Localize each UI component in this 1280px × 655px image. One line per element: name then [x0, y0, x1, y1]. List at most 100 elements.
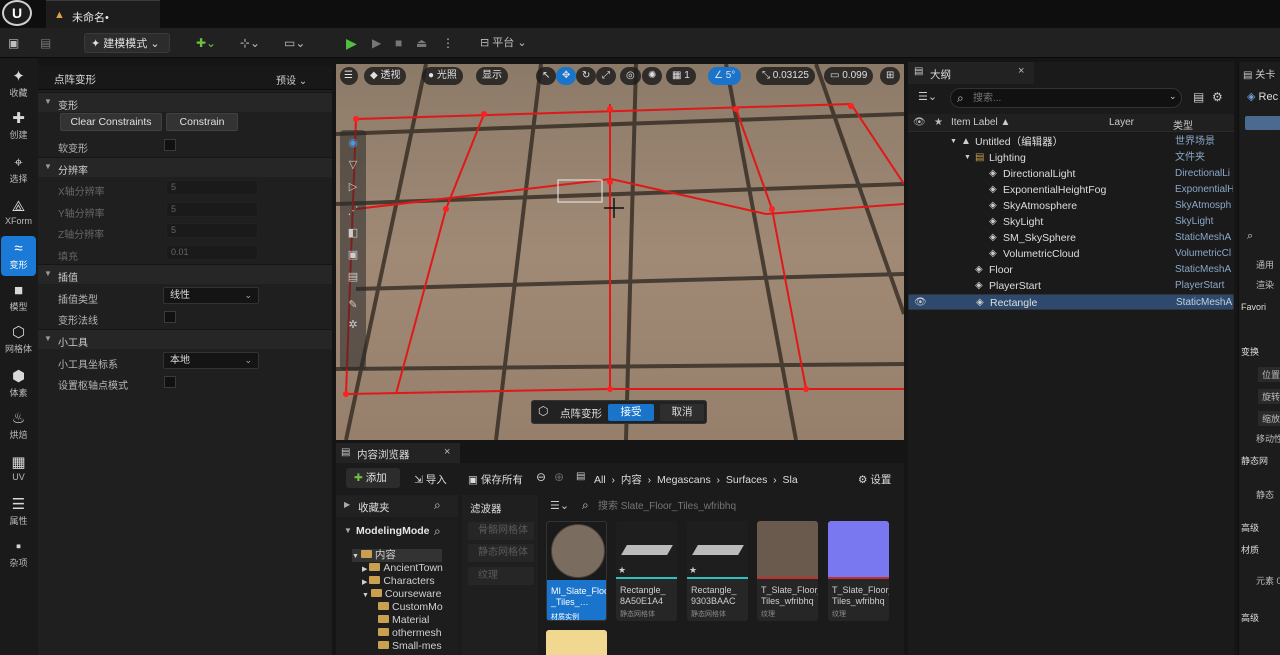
visibility-icon[interactable]: 👁 — [913, 117, 926, 128]
tree-item[interactable]: ▶ Characters — [362, 575, 435, 588]
mode-uv[interactable]: ▦ UV — [1, 450, 36, 490]
section-interpolation[interactable]: ▼ 插值 — [38, 264, 332, 284]
save-all-button[interactable]: ▣ 保存所有 — [468, 472, 523, 487]
gizmo-coord-select[interactable]: 本地 ⌄ — [163, 352, 259, 369]
more-icon[interactable]: ⋮ — [442, 33, 454, 53]
snap-icon[interactable]: ⊹⌄ — [240, 33, 260, 53]
mode-create[interactable]: ✚ 创建 — [1, 106, 36, 146]
tree-item[interactable]: CustomMo — [378, 601, 444, 614]
face-select-icon[interactable]: ◧ — [344, 226, 362, 242]
filter-icon[interactable]: ☰⌄ — [918, 90, 937, 103]
outliner-row[interactable]: ◈ PlayerStart PlayerStart — [908, 278, 1234, 294]
outliner-row[interactable]: ◈ VolumetricCloud VolumetricCl — [908, 246, 1234, 262]
gear-icon[interactable]: ⚙ — [1212, 90, 1223, 104]
search-icon[interactable]: ⌕ — [1247, 230, 1253, 243]
breadcrumb-item[interactable]: Megascans — [657, 474, 711, 486]
angle-snap-button[interactable]: ∠ 5° — [708, 67, 742, 85]
add-button[interactable]: ✚ 添加 — [346, 468, 400, 488]
details-item[interactable]: 变换 — [1241, 345, 1259, 358]
details-item[interactable]: 元素 0 — [1256, 574, 1280, 587]
vertex-select-icon[interactable]: ⋰ — [344, 204, 362, 220]
padding-input[interactable]: 0.01 — [166, 245, 258, 260]
constrain-button[interactable]: Constrain — [166, 113, 238, 131]
outliner-row[interactable]: ◈ Floor StaticMeshA — [908, 262, 1234, 278]
level-tab[interactable]: ▲ 未命名• — [46, 0, 160, 28]
breadcrumb-item[interactable]: All — [594, 474, 606, 486]
cancel-button[interactable]: 取消 — [660, 404, 704, 421]
tree-item[interactable]: ▼ Courseware — [362, 588, 441, 601]
details-item[interactable]: 高级 — [1241, 611, 1259, 624]
details-item[interactable]: 静态网 — [1241, 454, 1268, 467]
viewport-menu-icon[interactable]: ☰ — [340, 67, 358, 85]
layout-icon[interactable]: ⊞ — [880, 67, 901, 85]
y-resolution-input[interactable]: 5 — [166, 202, 258, 217]
chevron-down-icon[interactable]: ▼ — [950, 134, 957, 150]
mode-mesh[interactable]: ⬡ 网格体 — [1, 320, 36, 360]
step-icon[interactable]: ▶ — [372, 33, 381, 53]
details-item[interactable]: 缩放 — [1258, 411, 1280, 426]
rotate-tool-icon[interactable]: ↻ — [576, 67, 597, 85]
mode-bake[interactable]: ♨ 烘焙 — [1, 406, 36, 446]
asset-tile[interactable]: T_Slate_Floor_ Tiles_wfribhq 纹理 — [757, 521, 818, 621]
outliner-row[interactable]: ◈ DirectionalLight DirectionalLi — [908, 166, 1234, 182]
details-item[interactable]: Favori — [1241, 302, 1266, 312]
mode-misc[interactable]: ▪ 杂项 — [1, 534, 36, 574]
camera-speed-button[interactable]: ▭ 0.099 — [824, 67, 874, 85]
mode-dropdown[interactable]: ✦ 建模模式 ⌄ — [84, 33, 170, 53]
import-button[interactable]: ⇲ 导入 — [414, 472, 447, 487]
world-local-icon[interactable]: ◎ — [620, 67, 641, 85]
breadcrumb-item[interactable]: Sla — [783, 474, 798, 486]
visibility-icon[interactable]: 👁 — [914, 295, 927, 311]
filter-static-mesh[interactable]: 静态网格体 — [468, 544, 534, 562]
favorites-header[interactable]: ▶ 收藏夹 ⌕ — [336, 495, 458, 517]
outliner-row[interactable]: ▼ ▲ Untitled（编辑器） 世界场景 — [908, 134, 1234, 150]
details-item[interactable]: 旋转 — [1258, 389, 1280, 404]
tool-settings-icon[interactable]: ✲ — [344, 318, 362, 334]
unreal-logo-icon[interactable]: U — [2, 0, 32, 26]
mode-attributes[interactable]: ☰ 属性 — [1, 492, 36, 532]
settings-button[interactable]: ⚙ 设置 — [858, 472, 891, 487]
tree-item[interactable]: othermesh — [378, 627, 442, 640]
outliner-row[interactable]: ▼ ▤ Lighting 文件夹 — [908, 150, 1234, 166]
details-item[interactable]: 渲染 — [1256, 278, 1274, 291]
search-icon[interactable]: ⌕ — [434, 498, 441, 513]
pivot-mode-checkbox[interactable] — [164, 376, 176, 388]
asset-tile[interactable]: T_Slate_Floor_ Tiles_wfribhq 纹理 — [828, 521, 889, 621]
details-item[interactable]: 材质 — [1241, 543, 1259, 556]
save-icon[interactable]: ▣ — [8, 33, 19, 53]
eject-icon[interactable]: ⏏ — [416, 33, 427, 53]
x-resolution-input[interactable]: 5 — [166, 180, 258, 195]
outliner-tab[interactable]: ▤ 大纲 × — [908, 62, 1034, 84]
project-root[interactable]: ModelingMode — [356, 525, 430, 537]
outliner-row[interactable]: ◈ SkyLight SkyLight — [908, 214, 1234, 230]
cinematics-icon[interactable]: ▭⌄ — [284, 33, 305, 53]
details-item[interactable]: 通用 — [1256, 258, 1274, 271]
interp-type-select[interactable]: 线性 ⌄ — [163, 287, 259, 304]
lasso-select-icon[interactable]: ▤ — [344, 270, 362, 286]
grid-snap-button[interactable]: ▦ 1 — [666, 67, 696, 85]
mode-voxel[interactable]: ⬢ 体素 — [1, 364, 36, 404]
platform-dropdown[interactable]: ⊟ 平台 ⌄ — [480, 33, 527, 53]
scale-snap-button[interactable]: ⤡ 0.03125 — [756, 67, 815, 85]
point-select-icon[interactable]: ▽ — [344, 158, 362, 174]
breadcrumb-item[interactable]: Surfaces — [726, 474, 767, 486]
tree-item[interactable]: Small-mes — [378, 640, 442, 653]
content-browser-tab[interactable]: ▤ 内容浏览器 × — [336, 443, 460, 463]
details-item[interactable]: 位置 — [1258, 367, 1280, 382]
perspective-button[interactable]: ◆ 透视 — [364, 67, 407, 85]
tree-item-content[interactable]: ▼ 内容 — [352, 549, 442, 562]
actor-component-row[interactable] — [1245, 116, 1280, 130]
mode-select[interactable]: ⌖ 选择 — [1, 150, 36, 190]
filter-skeletal-mesh[interactable]: 骨骼网格体 — [468, 522, 534, 540]
filter-texture[interactable]: 纹理 — [468, 567, 534, 585]
stop-icon[interactable]: ■ — [395, 33, 402, 53]
search-icon[interactable]: ⌕ — [434, 524, 441, 539]
chevron-down-icon[interactable]: ▼ — [964, 150, 971, 166]
details-item[interactable]: 移动性 — [1256, 432, 1280, 445]
asset-tile[interactable]: ★ Rectangle_ 8A50E1A4 静态网格体 — [616, 521, 677, 621]
show-button[interactable]: 显示 — [476, 67, 508, 85]
section-deform[interactable]: ▼ 变形 — [38, 92, 332, 112]
asset-tile[interactable]: MI_Slate_Floor _Tiles_… 材质实例 — [546, 521, 607, 621]
preset-dropdown[interactable]: 预设 ⌄ — [276, 72, 307, 87]
details-item[interactable]: 高级 — [1241, 521, 1259, 534]
